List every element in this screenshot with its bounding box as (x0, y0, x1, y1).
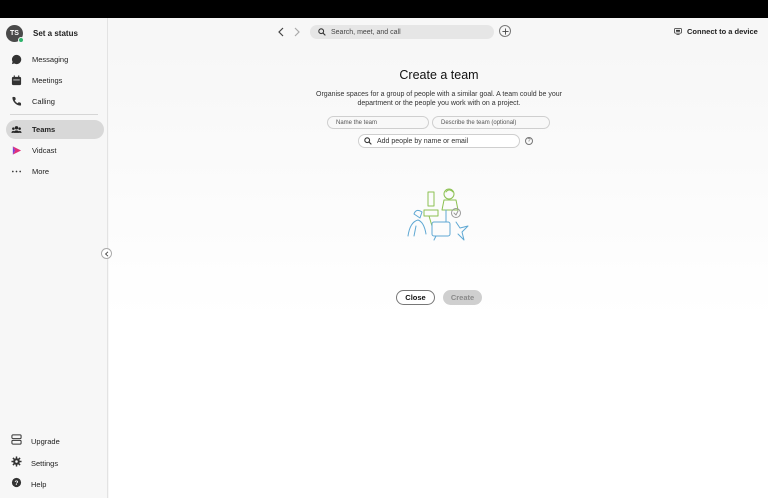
phone-icon (11, 96, 22, 107)
nav-item-more[interactable]: More (6, 162, 104, 181)
nav-item-settings[interactable]: Settings (11, 456, 58, 470)
search-bar[interactable]: Search, meet, and call (310, 25, 494, 39)
search-icon (364, 137, 372, 145)
svg-text:?: ? (15, 480, 19, 487)
nav-item-calling[interactable]: Calling (6, 92, 104, 111)
team-description-placeholder: Describe the team (optional) (441, 119, 517, 126)
plus-icon (501, 27, 509, 35)
back-button[interactable] (275, 26, 287, 38)
sidebar: TS Set a status Messaging Meetings Calli… (0, 18, 108, 498)
calendar-icon (11, 75, 22, 86)
team-name-placeholder: Name the team (336, 119, 378, 126)
online-status-dot (18, 36, 24, 43)
nav-item-upgrade[interactable]: Upgrade (11, 434, 60, 448)
nav-item-help[interactable]: ? Help (11, 477, 46, 491)
os-title-bar (0, 0, 768, 18)
create-button[interactable]: Create (443, 290, 482, 305)
team-name-input[interactable]: Name the team (327, 116, 429, 129)
add-people-input[interactable]: Add people by name or email (358, 134, 520, 148)
upgrade-icon (11, 432, 22, 450)
more-dots-icon (11, 166, 22, 177)
nav-item-vidcast[interactable]: Vidcast (6, 141, 104, 160)
forward-button[interactable] (291, 26, 303, 38)
people-icon (11, 124, 22, 135)
vidcast-icon (11, 145, 22, 156)
team-illustration (407, 188, 469, 241)
dialog-title: Create a team (399, 68, 479, 82)
chevron-left-icon (278, 27, 284, 37)
dialog-description: Organise spaces for a group of people wi… (316, 91, 562, 107)
nav-item-teams[interactable]: Teams (6, 120, 104, 139)
help-circle-icon[interactable]: ? (525, 137, 533, 145)
chevron-left-icon (104, 250, 108, 257)
help-icon: ? (11, 475, 22, 493)
chat-bubble-icon (11, 54, 22, 65)
gear-icon (11, 454, 22, 472)
nav-item-meetings[interactable]: Meetings (6, 71, 104, 90)
search-placeholder: Search, meet, and call (331, 28, 401, 36)
close-button[interactable]: Close (396, 290, 435, 305)
nav-item-messaging[interactable]: Messaging (6, 50, 104, 69)
team-description-input[interactable]: Describe the team (optional) (432, 116, 550, 129)
new-button[interactable] (499, 25, 511, 37)
sidebar-divider (10, 114, 98, 115)
connect-device-button[interactable]: Connect to a device (674, 27, 758, 36)
device-icon (674, 28, 682, 35)
chevron-right-icon (294, 27, 300, 37)
avatar[interactable]: TS (6, 24, 24, 43)
set-status-label: Set a status (33, 28, 78, 38)
profile-status[interactable]: TS Set a status (6, 24, 78, 43)
collapse-sidebar-button[interactable] (101, 248, 112, 259)
add-people-placeholder: Add people by name or email (377, 137, 469, 145)
search-icon (318, 28, 326, 36)
